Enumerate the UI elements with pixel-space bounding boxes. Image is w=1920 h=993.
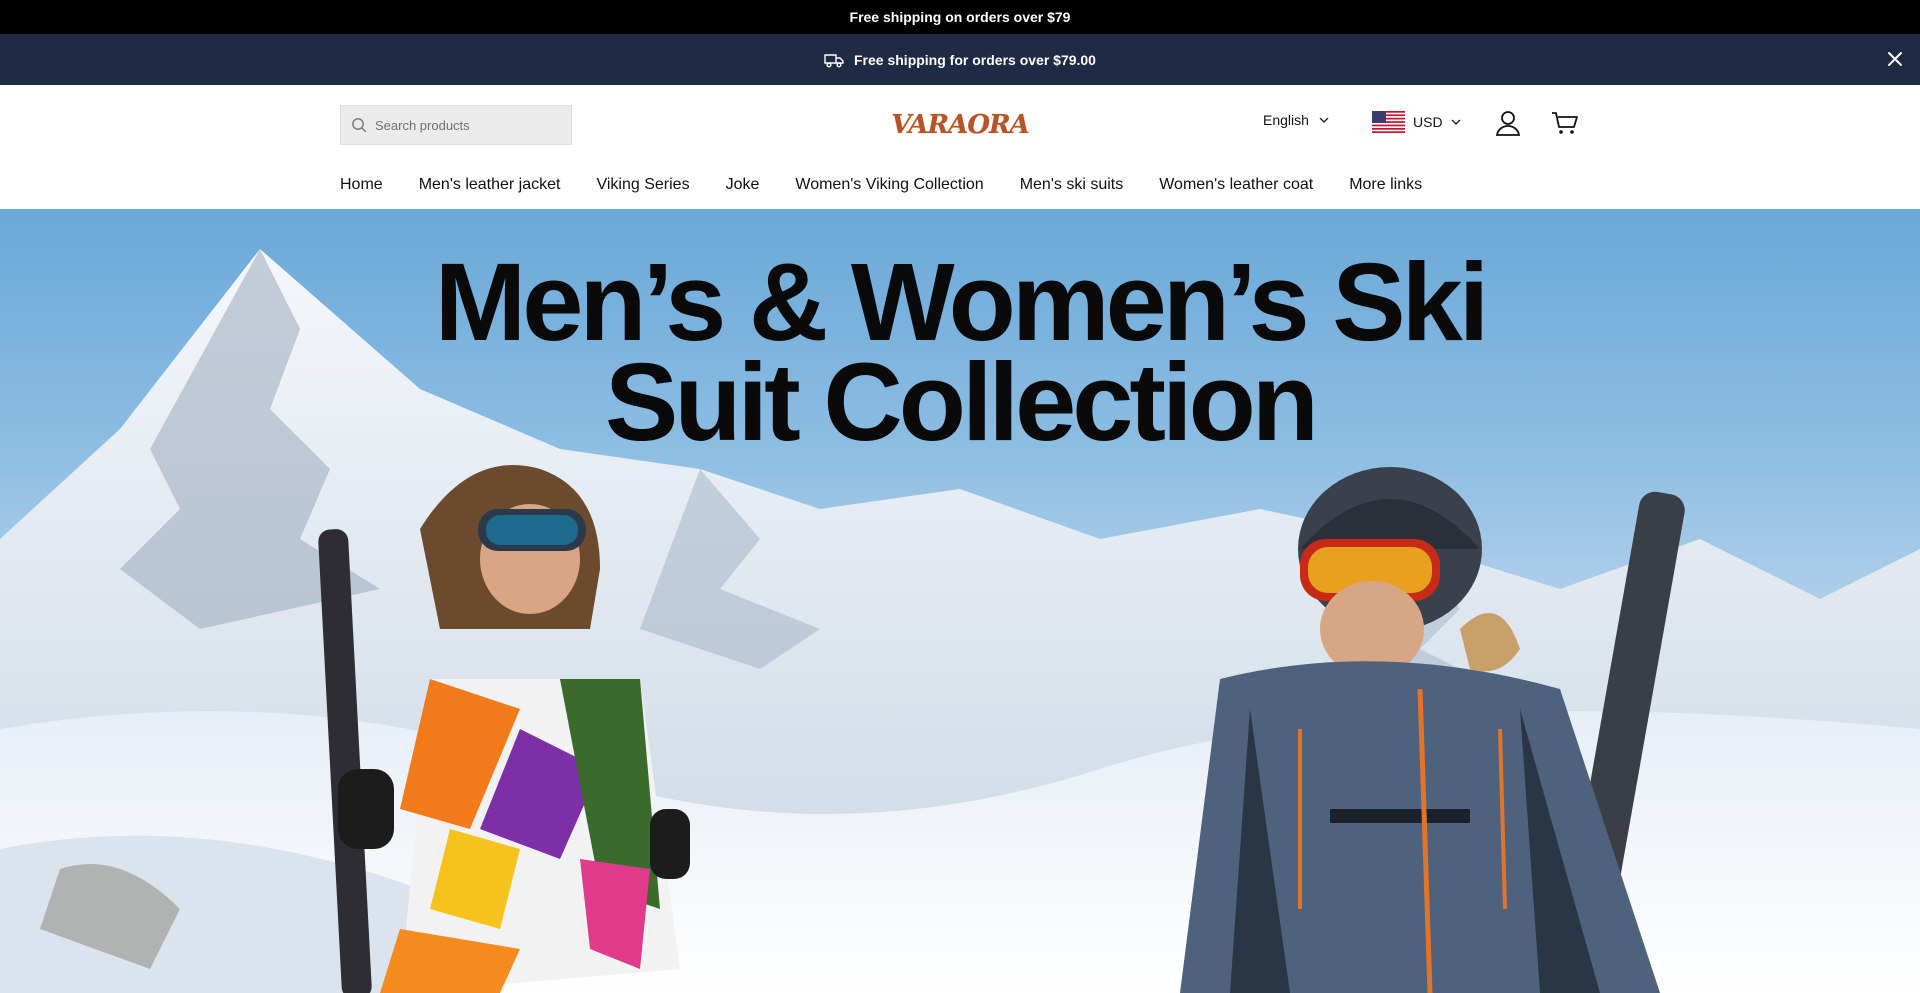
currency-label: USD: [1413, 114, 1443, 130]
cart-icon[interactable]: [1551, 109, 1579, 137]
search-input[interactable]: [375, 117, 555, 133]
chevron-down-icon: [1451, 119, 1461, 125]
search-box[interactable]: [340, 105, 572, 145]
chevron-down-icon: [1319, 117, 1329, 123]
top-shipping-text: Free shipping on orders over $79: [849, 9, 1071, 25]
logo[interactable]: VARAORA: [891, 103, 1030, 147]
logo-text: VARAORA: [891, 110, 1030, 140]
main-nav: Home Men's leather jacket Viking Series …: [340, 170, 1422, 200]
language-label: English: [1263, 112, 1309, 128]
nav-item-mens-ski-suits[interactable]: Men's ski suits: [1020, 176, 1124, 194]
account-icon[interactable]: [1494, 109, 1522, 137]
truck-icon: [824, 53, 844, 67]
nav-item-mens-leather-jacket[interactable]: Men's leather jacket: [419, 176, 561, 194]
close-icon[interactable]: [1884, 48, 1906, 70]
announcement-bar: Free shipping for orders over $79.00: [0, 34, 1920, 85]
nav-item-viking-series[interactable]: Viking Series: [596, 176, 689, 194]
language-selector[interactable]: English: [1263, 112, 1329, 128]
hero-title-line-2: Suit Collection: [605, 341, 1319, 464]
currency-selector[interactable]: USD: [1372, 111, 1461, 133]
nav-item-home[interactable]: Home: [340, 176, 383, 194]
nav-item-womens-leather-coat[interactable]: Women's leather coat: [1159, 176, 1313, 194]
nav-item-joke[interactable]: Joke: [726, 176, 760, 194]
announcement-text: Free shipping for orders over $79.00: [854, 51, 1096, 68]
us-flag-icon: [1372, 111, 1405, 133]
nav-item-more-links[interactable]: More links: [1349, 176, 1422, 194]
search-icon[interactable]: [351, 117, 367, 133]
hero-title-line-1: Men’s & Women’s Ski: [434, 241, 1490, 364]
nav-item-womens-viking-collection[interactable]: Women's Viking Collection: [795, 176, 983, 194]
site-header: VARAORA English USD Home: [0, 85, 1920, 209]
hero-title: Men’s & Women’s Ski Suit Collection: [0, 241, 1920, 464]
top-shipping-bar: Free shipping on orders over $79: [0, 0, 1920, 34]
hero-banner[interactable]: Men’s & Women’s Ski Suit Collection: [0, 209, 1920, 993]
